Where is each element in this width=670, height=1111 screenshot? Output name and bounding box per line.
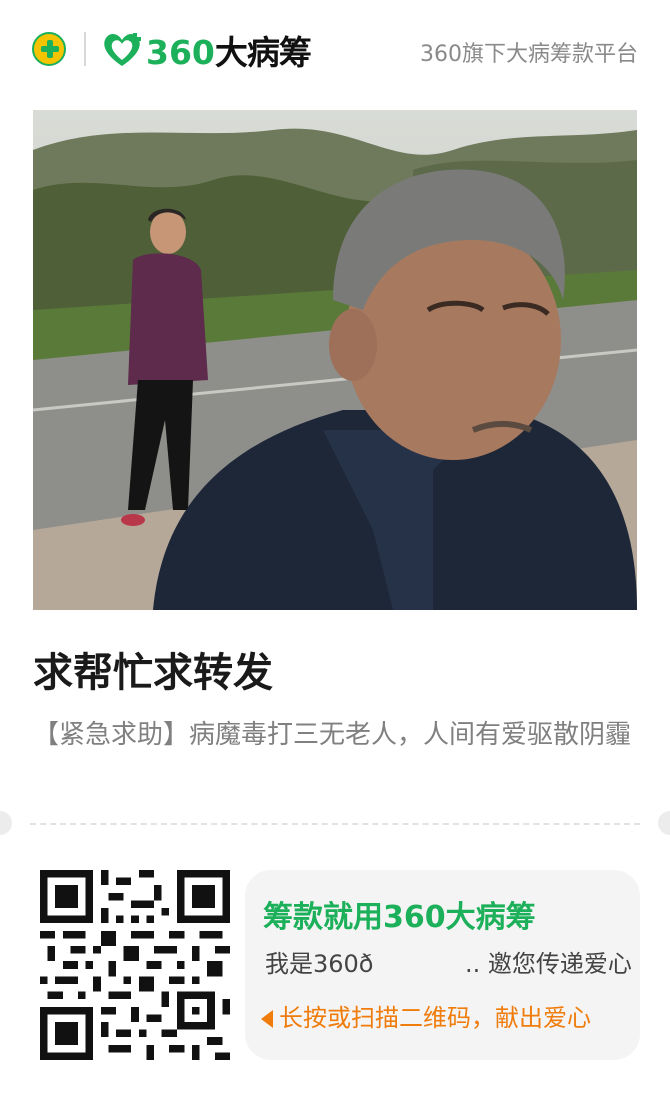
ticket-notch-right bbox=[658, 811, 670, 835]
app-logo-icon bbox=[32, 32, 66, 66]
header-divider bbox=[84, 32, 86, 66]
dashed-separator bbox=[30, 823, 640, 825]
campaign-description: 【紧急求助】病魔毒打三无老人，人间有爱驱散阴霾 bbox=[33, 720, 632, 750]
promo-title: 筹款就用360大病筹 bbox=[263, 900, 536, 935]
inviter-name: 我是360ð bbox=[265, 950, 374, 978]
qr-code[interactable] bbox=[40, 870, 230, 1060]
header: 360大病筹 360旗下大病筹款平台 bbox=[0, 0, 670, 100]
arrow-left-icon bbox=[261, 1010, 273, 1028]
brand-prefix: 360 bbox=[146, 33, 215, 72]
promo-card[interactable]: 筹款就用360大病筹 我是360ð .. 邀您传递爱心 长按或扫描二维码，献出爱… bbox=[245, 870, 640, 1060]
brand-name: 360大病筹 bbox=[146, 26, 312, 74]
scan-hint: 长按或扫描二维码，献出爱心 bbox=[261, 998, 591, 1033]
campaign-photo bbox=[33, 110, 637, 610]
scan-hint-text: 长按或扫描二维码，献出爱心 bbox=[279, 1004, 591, 1032]
brand-heart-icon bbox=[104, 33, 141, 66]
invite-text: .. 邀您传递爱心 bbox=[465, 950, 632, 978]
campaign-title: 求帮忙求转发 bbox=[33, 650, 273, 696]
ticket-notch-left bbox=[0, 811, 12, 835]
brand-suffix: 大病筹 bbox=[214, 33, 312, 72]
header-slogan: 360旗下大病筹款平台 bbox=[420, 42, 638, 67]
